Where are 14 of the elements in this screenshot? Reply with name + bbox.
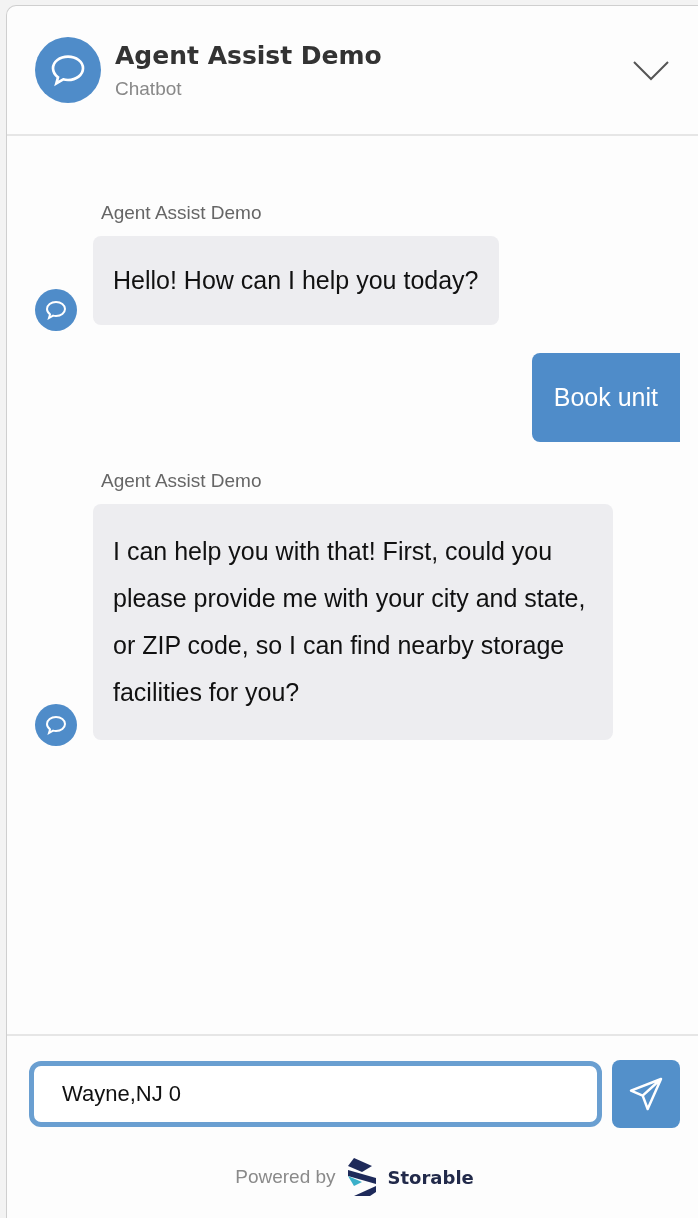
message-input-field[interactable]: Wayne,NJ 0 bbox=[29, 1061, 602, 1127]
sender-name: Agent Assist Demo bbox=[101, 202, 263, 224]
chat-title: Agent Assist Demo bbox=[115, 40, 383, 70]
chat-subtitle: Chatbot bbox=[115, 77, 183, 100]
sender-name: Agent Assist Demo bbox=[101, 470, 263, 492]
powered-by-text: Powered by bbox=[235, 1166, 336, 1188]
brand-name: Storable bbox=[387, 1166, 474, 1188]
chevron-icon bbox=[632, 58, 670, 82]
bot-message: I can help you with that! First, could you please provide me with your city and state, or ZIP code, so I can find nearby storage facilities for you? bbox=[93, 504, 613, 740]
send-button[interactable] bbox=[612, 1060, 680, 1128]
bot-message: Hello! How can I help you today? bbox=[93, 236, 499, 325]
user-message: Book unit bbox=[531, 353, 680, 442]
chat-bubble-icon bbox=[44, 713, 68, 737]
chat-bubble-icon bbox=[44, 298, 68, 322]
